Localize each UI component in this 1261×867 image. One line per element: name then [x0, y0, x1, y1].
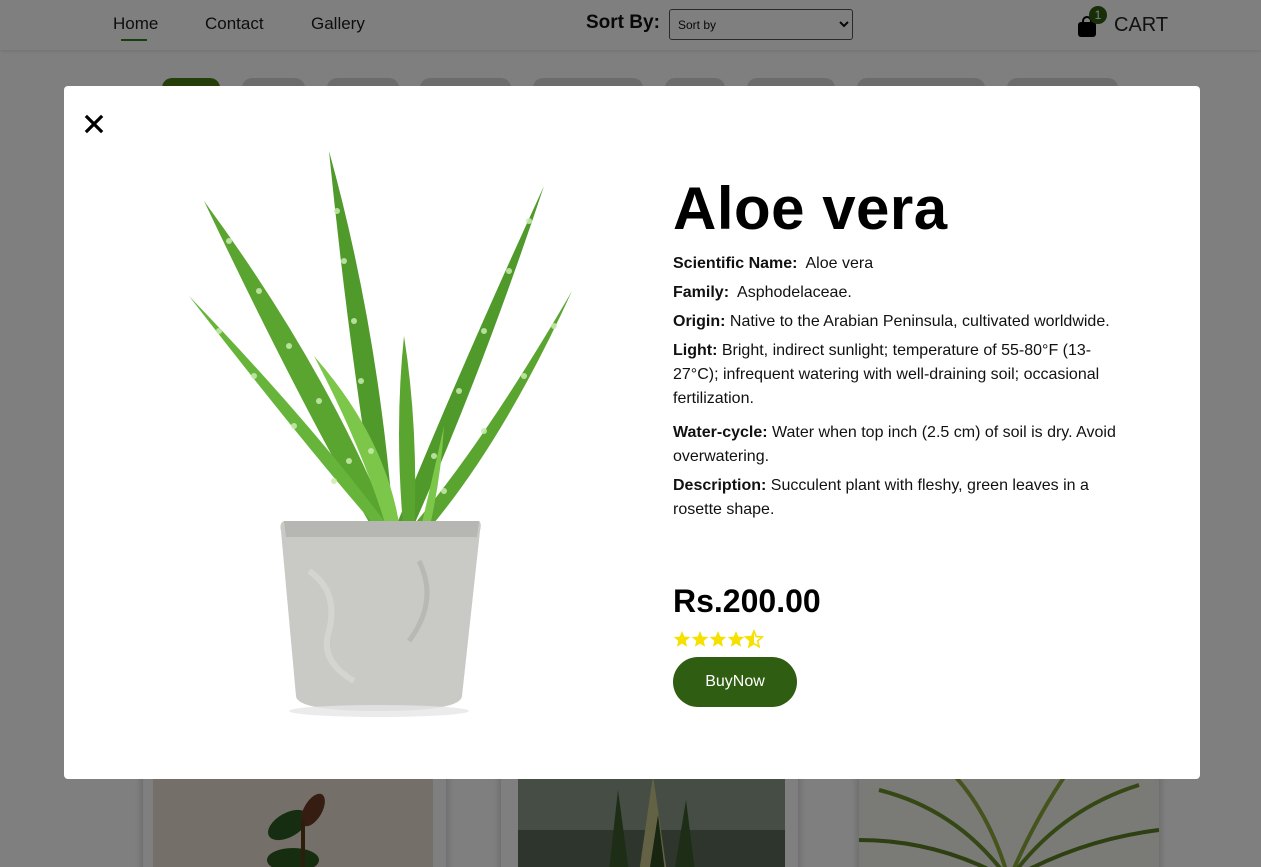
origin-label: Origin:	[673, 313, 726, 330]
scientific-name-value: Aloe vera	[805, 255, 874, 272]
star-icon	[727, 631, 745, 647]
star-half-icon	[744, 630, 764, 648]
description-label: Description:	[673, 477, 767, 494]
light-value: Bright, indirect sunlight; temperature o…	[673, 342, 1100, 407]
scientific-name-label: Scientific Name:	[673, 255, 798, 272]
family-label: Family:	[673, 284, 730, 301]
product-image-aloe-vera	[189, 151, 572, 717]
family-row: Family: Asphodelaceae.	[673, 281, 1123, 305]
rating-stars	[673, 630, 764, 648]
light-label: Light:	[673, 342, 718, 359]
star-icon	[691, 631, 709, 647]
star-icon	[673, 631, 691, 647]
description-row: Description: Succulent plant with fleshy…	[673, 474, 1103, 522]
star-icon	[709, 631, 727, 647]
scientific-name-row: Scientific Name: Aloe vera	[673, 252, 1123, 276]
buy-now-button[interactable]: BuyNow	[673, 657, 797, 707]
origin-value: Native to the Arabian Peninsula, cultiva…	[729, 313, 1110, 330]
product-title: Aloe vera	[673, 175, 948, 242]
product-detail-modal: Aloe vera Scientific Name: Aloe vera Fam…	[64, 86, 1200, 779]
light-row: Light: Bright, indirect sunlight; temper…	[673, 339, 1108, 411]
product-price: Rs.200.00	[673, 583, 821, 619]
family-value: Asphodelaceae.	[737, 284, 852, 301]
water-cycle-label: Water-cycle:	[673, 424, 768, 441]
origin-row: Origin: Native to the Arabian Peninsula,…	[673, 310, 1123, 334]
close-icon[interactable]	[82, 112, 106, 136]
water-cycle-row: Water-cycle: Water when top inch (2.5 cm…	[673, 421, 1123, 469]
